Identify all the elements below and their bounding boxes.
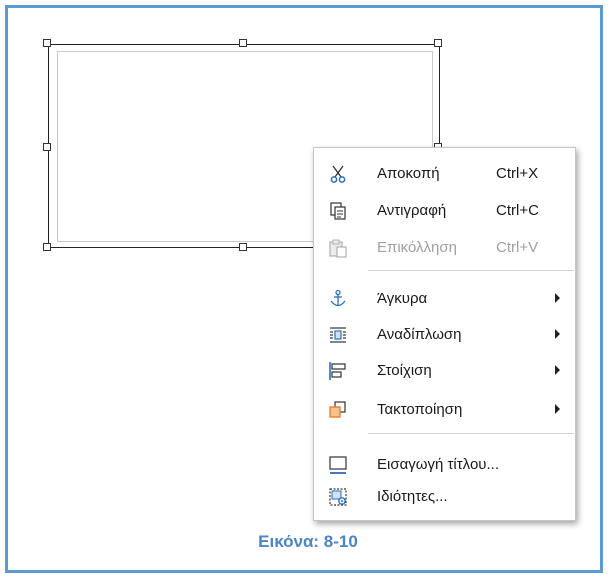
- align-icon: [328, 361, 348, 381]
- menu-separator: [368, 270, 574, 271]
- menu-item-shortcut: Ctrl+X: [496, 165, 539, 182]
- resize-handle-top-center[interactable]: [239, 39, 247, 47]
- figure-caption: Εικόνα: 8-10: [258, 532, 358, 551]
- menu-item-label: Αποκοπή: [377, 165, 440, 182]
- menu-item-anchor[interactable]: Άγκυρα: [314, 284, 575, 314]
- menu-item-label: Ιδιότητες...: [377, 488, 448, 505]
- menu-item-label: Άγκυρα: [377, 290, 428, 307]
- menu-item-arrange[interactable]: Τακτοποίηση: [314, 395, 575, 425]
- resize-handle-bottom-left[interactable]: [43, 243, 51, 251]
- menu-item-label: Εισαγωγή τίτλου...: [377, 456, 499, 473]
- menu-item-cut[interactable]: Αποκοπή Ctrl+X: [314, 159, 575, 189]
- menu-separator: [368, 433, 574, 434]
- menu-item-copy[interactable]: Αντιγραφή Ctrl+C: [314, 196, 575, 226]
- menu-item-insert-caption[interactable]: Εισαγωγή τίτλου...: [314, 450, 575, 480]
- menu-item-wrap[interactable]: Αναδίπλωση: [314, 320, 575, 350]
- anchor-icon: [328, 289, 348, 309]
- copy-icon: [328, 201, 348, 221]
- menu-item-label: Στοίχιση: [377, 362, 432, 379]
- menu-item-label: Αναδίπλωση: [377, 326, 462, 343]
- menu-item-label: Επικόλληση: [377, 239, 458, 256]
- scissors-icon: [328, 164, 348, 184]
- submenu-arrow-icon: [555, 404, 560, 414]
- submenu-arrow-icon: [555, 293, 560, 303]
- menu-item-shortcut: Ctrl+C: [496, 202, 539, 219]
- context-menu: Αποκοπή Ctrl+X Αντιγραφή Ctrl+C Επικόλλη…: [313, 147, 576, 521]
- menu-item-properties[interactable]: Ιδιότητες...: [314, 482, 575, 512]
- properties-icon: [328, 487, 348, 507]
- resize-handle-middle-left[interactable]: [43, 143, 51, 151]
- arrange-icon: [328, 400, 348, 420]
- resize-handle-bottom-center[interactable]: [239, 243, 247, 251]
- menu-item-shortcut: Ctrl+V: [496, 239, 539, 256]
- paste-icon: [328, 238, 348, 258]
- menu-item-label: Αντιγραφή: [377, 202, 447, 219]
- caption-icon: [328, 455, 348, 475]
- submenu-arrow-icon: [555, 329, 560, 339]
- resize-handle-top-left[interactable]: [43, 39, 51, 47]
- submenu-arrow-icon: [555, 365, 560, 375]
- menu-item-paste[interactable]: Επικόλληση Ctrl+V: [314, 233, 575, 263]
- menu-item-label: Τακτοποίηση: [377, 401, 463, 418]
- wrap-icon: [328, 325, 348, 345]
- menu-item-align[interactable]: Στοίχιση: [314, 356, 575, 386]
- resize-handle-top-right[interactable]: [434, 39, 442, 47]
